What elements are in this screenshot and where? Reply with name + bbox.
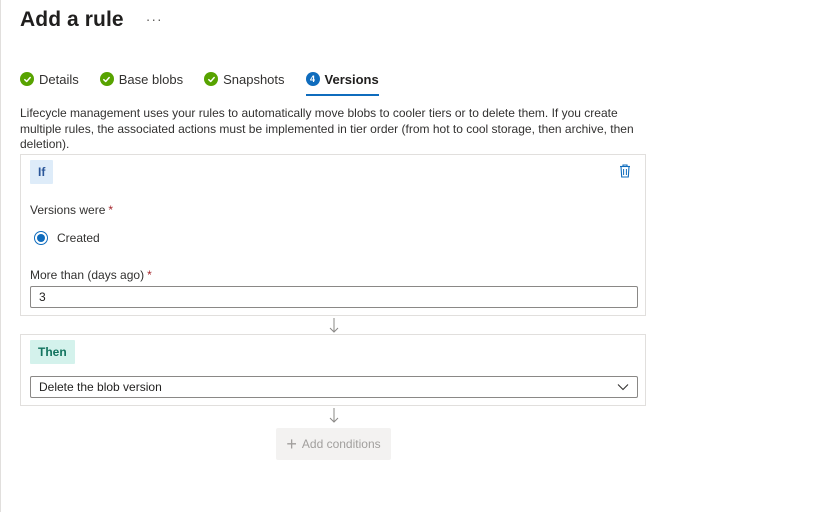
tab-label: Snapshots [223, 71, 285, 87]
radio-selected-dot [37, 234, 45, 242]
tab-label: Base blobs [118, 71, 184, 87]
versions-were-text: Versions were [30, 203, 106, 217]
tab-snapshots[interactable]: Snapshots [204, 68, 285, 90]
lifecycle-description: Lifecycle management uses your rules to … [20, 106, 634, 151]
trash-icon[interactable] [618, 163, 632, 179]
add-conditions-button[interactable]: + Add conditions [276, 428, 391, 460]
action-dropdown[interactable]: Delete the blob version [30, 376, 638, 398]
required-mark: * [108, 203, 114, 217]
page-title: Add a rule [20, 8, 124, 31]
wizard-tabs: Details Base blobs Snapshots 4 Versions [20, 68, 400, 96]
days-ago-input[interactable]: 3 [30, 286, 638, 308]
then-block: Then Delete the blob version [20, 334, 646, 406]
created-radio[interactable]: Created [34, 231, 100, 245]
days-ago-label: More than (days ago) * [30, 268, 152, 282]
action-dropdown-value: Delete the blob version [39, 380, 162, 394]
page-header: Add a rule ··· [20, 6, 167, 34]
step-number-icon: 4 [305, 72, 320, 86]
add-conditions-label: Add conditions [301, 437, 381, 451]
then-badge: Then [30, 340, 75, 364]
more-options-button[interactable]: ··· [142, 12, 167, 26]
if-block: If Versions were * Created More than (day… [20, 154, 646, 316]
tab-details[interactable]: Details [20, 68, 79, 90]
checkmark-circle-icon [99, 72, 114, 86]
add-rule-page: Add a rule ··· Details Base blobs Snapsh… [0, 0, 824, 512]
left-divider [0, 0, 1, 512]
required-mark: * [147, 268, 152, 282]
created-radio-label: Created [57, 231, 100, 245]
down-arrow-icon [329, 407, 339, 429]
tab-versions[interactable]: 4 Versions [305, 68, 379, 96]
versions-were-label: Versions were * [30, 203, 113, 217]
if-badge: If [30, 160, 54, 184]
chevron-down-icon [617, 380, 629, 394]
checkmark-circle-icon [204, 72, 219, 86]
radio-circle[interactable] [34, 231, 48, 245]
checkmark-circle-icon [20, 72, 34, 86]
plus-icon: + [286, 434, 297, 454]
tab-label: Versions [324, 71, 379, 87]
tab-base-blobs[interactable]: Base blobs [99, 68, 184, 90]
days-ago-text: More than (days ago) [30, 268, 145, 282]
tab-label: Details [39, 71, 79, 87]
